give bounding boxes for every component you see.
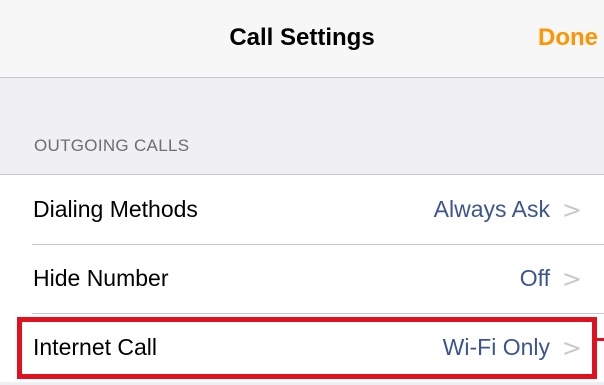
row-dialing-methods[interactable]: Dialing Methods Always Ask >: [0, 175, 604, 244]
chevron-right-icon: >: [561, 333, 582, 362]
outgoing-calls-group: Dialing Methods Always Ask > Hide Number…: [0, 174, 604, 382]
chevron-right-icon: >: [561, 195, 582, 224]
row-label: Internet Call: [33, 334, 158, 360]
chevron-right-icon: >: [561, 264, 582, 293]
highlight-pointer-line: [597, 338, 604, 341]
section-header-outgoing-calls: OUTGOING CALLS: [34, 136, 190, 155]
navigation-bar: Call Settings Done: [0, 0, 604, 78]
row-internet-call[interactable]: Internet Call Wi-Fi Only >: [0, 313, 604, 382]
row-hide-number[interactable]: Hide Number Off >: [0, 244, 604, 313]
done-button[interactable]: Done: [538, 24, 598, 52]
row-value: Always Ask: [433, 196, 550, 222]
page-title: Call Settings: [229, 24, 375, 51]
row-value: Off: [519, 265, 550, 291]
row-label: Dialing Methods: [33, 196, 198, 222]
row-label: Hide Number: [33, 265, 169, 291]
row-value: Wi-Fi Only: [442, 334, 550, 360]
